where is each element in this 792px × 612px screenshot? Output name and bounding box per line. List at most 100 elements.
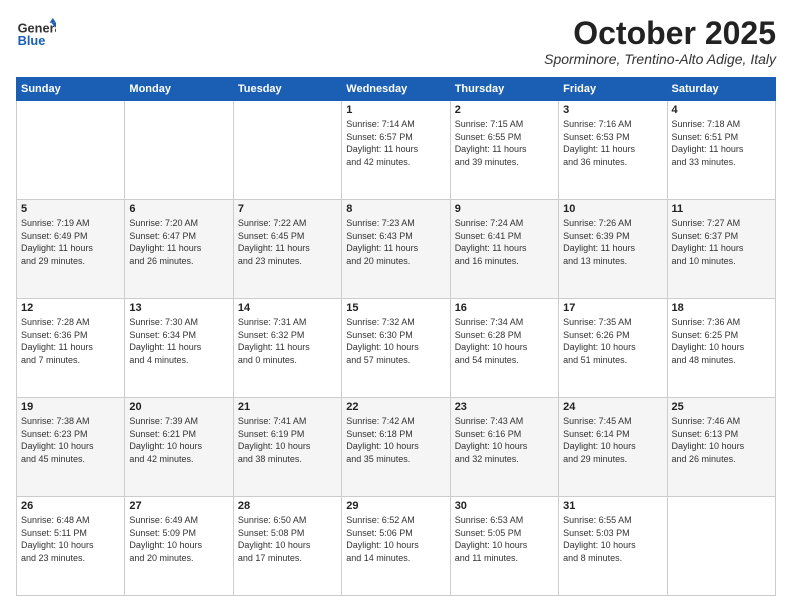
table-row: 28 Sunrise: 6:50 AM Sunset: 5:08 PM Dayli… xyxy=(233,497,341,596)
day-number: 20 xyxy=(129,401,228,413)
table-row: 29 Sunrise: 6:52 AM Sunset: 5:06 PM Dayli… xyxy=(342,497,450,596)
calendar-week-5: 26 Sunrise: 6:48 AM Sunset: 5:11 PM Dayli… xyxy=(17,497,776,596)
day-info: Sunrise: 7:34 AM Sunset: 6:28 PM Dayligh… xyxy=(455,316,554,366)
col-tuesday: Tuesday xyxy=(233,78,341,101)
day-number: 28 xyxy=(238,500,337,512)
table-row: 24 Sunrise: 7:45 AM Sunset: 6:14 PM Dayli… xyxy=(559,398,667,497)
day-number: 18 xyxy=(672,302,771,314)
table-row: 11 Sunrise: 7:27 AM Sunset: 6:37 PM Dayli… xyxy=(667,200,775,299)
logo: General Blue xyxy=(16,16,56,52)
table-row: 23 Sunrise: 7:43 AM Sunset: 6:16 PM Dayli… xyxy=(450,398,558,497)
table-row xyxy=(125,101,233,200)
day-info: Sunrise: 7:32 AM Sunset: 6:30 PM Dayligh… xyxy=(346,316,445,366)
table-row: 7 Sunrise: 7:22 AM Sunset: 6:45 PM Daylig… xyxy=(233,200,341,299)
header: General Blue October 2025 Sporminore, Tr… xyxy=(16,16,776,67)
day-info: Sunrise: 7:22 AM Sunset: 6:45 PM Dayligh… xyxy=(238,217,337,267)
month-title: October 2025 xyxy=(544,16,776,51)
day-number: 24 xyxy=(563,401,662,413)
day-info: Sunrise: 7:43 AM Sunset: 6:16 PM Dayligh… xyxy=(455,415,554,465)
table-row: 4 Sunrise: 7:18 AM Sunset: 6:51 PM Daylig… xyxy=(667,101,775,200)
day-info: Sunrise: 7:31 AM Sunset: 6:32 PM Dayligh… xyxy=(238,316,337,366)
calendar-header-row: Sunday Monday Tuesday Wednesday Thursday… xyxy=(17,78,776,101)
day-number: 13 xyxy=(129,302,228,314)
table-row: 22 Sunrise: 7:42 AM Sunset: 6:18 PM Dayli… xyxy=(342,398,450,497)
location-title: Sporminore, Trentino-Alto Adige, Italy xyxy=(544,51,776,67)
table-row: 17Sunrise: 7:35 AM Sunset: 6:26 PM Dayli… xyxy=(559,299,667,398)
day-info: Sunrise: 7:15 AM Sunset: 6:55 PM Dayligh… xyxy=(455,118,554,168)
day-info: Sunrise: 7:45 AM Sunset: 6:14 PM Dayligh… xyxy=(563,415,662,465)
table-row: 5Sunrise: 7:19 AM Sunset: 6:49 PM Daylig… xyxy=(17,200,125,299)
day-info: Sunrise: 7:26 AM Sunset: 6:39 PM Dayligh… xyxy=(563,217,662,267)
day-info: Sunrise: 7:42 AM Sunset: 6:18 PM Dayligh… xyxy=(346,415,445,465)
svg-text:Blue: Blue xyxy=(18,33,46,48)
table-row: 2 Sunrise: 7:15 AM Sunset: 6:55 PM Daylig… xyxy=(450,101,558,200)
day-number: 23 xyxy=(455,401,554,413)
table-row: 15 Sunrise: 7:32 AM Sunset: 6:30 PM Dayli… xyxy=(342,299,450,398)
col-monday: Monday xyxy=(125,78,233,101)
day-number: 7 xyxy=(238,203,337,215)
col-sunday: Sunday xyxy=(17,78,125,101)
table-row: 20Sunrise: 7:39 AM Sunset: 6:21 PM Dayli… xyxy=(125,398,233,497)
table-row: 1Sunrise: 7:14 AM Sunset: 6:57 PM Daylig… xyxy=(342,101,450,200)
calendar-week-2: 5Sunrise: 7:19 AM Sunset: 6:49 PM Daylig… xyxy=(17,200,776,299)
col-saturday: Saturday xyxy=(667,78,775,101)
day-info: Sunrise: 7:24 AM Sunset: 6:41 PM Dayligh… xyxy=(455,217,554,267)
table-row: 3 Sunrise: 7:16 AM Sunset: 6:53 PM Daylig… xyxy=(559,101,667,200)
day-number: 25 xyxy=(672,401,771,413)
day-info: Sunrise: 7:18 AM Sunset: 6:51 PM Dayligh… xyxy=(672,118,771,168)
table-row: 27Sunrise: 6:49 AM Sunset: 5:09 PM Dayli… xyxy=(125,497,233,596)
title-block: October 2025 Sporminore, Trentino-Alto A… xyxy=(544,16,776,67)
table-row: 16 Sunrise: 7:34 AM Sunset: 6:28 PM Dayli… xyxy=(450,299,558,398)
day-number: 2 xyxy=(455,104,554,116)
day-info: Sunrise: 7:16 AM Sunset: 6:53 PM Dayligh… xyxy=(563,118,662,168)
table-row: 9 Sunrise: 7:24 AM Sunset: 6:41 PM Daylig… xyxy=(450,200,558,299)
page: General Blue October 2025 Sporminore, Tr… xyxy=(0,0,792,612)
day-number: 9 xyxy=(455,203,554,215)
day-number: 10 xyxy=(563,203,662,215)
logo-icon: General Blue xyxy=(16,16,56,52)
day-number: 26 xyxy=(21,500,120,512)
day-number: 19 xyxy=(21,401,120,413)
table-row: 14Sunrise: 7:31 AM Sunset: 6:32 PM Dayli… xyxy=(233,299,341,398)
day-number: 4 xyxy=(672,104,771,116)
table-row: 8Sunrise: 7:23 AM Sunset: 6:43 PM Daylig… xyxy=(342,200,450,299)
table-row: 10 Sunrise: 7:26 AM Sunset: 6:39 PM Dayli… xyxy=(559,200,667,299)
day-info: Sunrise: 7:14 AM Sunset: 6:57 PM Dayligh… xyxy=(346,118,445,168)
table-row: 25Sunrise: 7:46 AM Sunset: 6:13 PM Dayli… xyxy=(667,398,775,497)
day-number: 31 xyxy=(563,500,662,512)
day-info: Sunrise: 6:50 AM Sunset: 5:08 PM Dayligh… xyxy=(238,514,337,564)
day-info: Sunrise: 7:38 AM Sunset: 6:23 PM Dayligh… xyxy=(21,415,120,465)
table-row: 21 Sunrise: 7:41 AM Sunset: 6:19 PM Dayli… xyxy=(233,398,341,497)
day-number: 17 xyxy=(563,302,662,314)
day-info: Sunrise: 7:28 AM Sunset: 6:36 PM Dayligh… xyxy=(21,316,120,366)
table-row: 12 Sunrise: 7:28 AM Sunset: 6:36 PM Dayli… xyxy=(17,299,125,398)
day-info: Sunrise: 7:27 AM Sunset: 6:37 PM Dayligh… xyxy=(672,217,771,267)
day-number: 6 xyxy=(129,203,228,215)
day-number: 3 xyxy=(563,104,662,116)
table-row xyxy=(17,101,125,200)
calendar-week-3: 12 Sunrise: 7:28 AM Sunset: 6:36 PM Dayli… xyxy=(17,299,776,398)
day-number: 29 xyxy=(346,500,445,512)
day-info: Sunrise: 7:23 AM Sunset: 6:43 PM Dayligh… xyxy=(346,217,445,267)
day-number: 21 xyxy=(238,401,337,413)
col-friday: Friday xyxy=(559,78,667,101)
day-info: Sunrise: 6:53 AM Sunset: 5:05 PM Dayligh… xyxy=(455,514,554,564)
table-row: 13 Sunrise: 7:30 AM Sunset: 6:34 PM Dayli… xyxy=(125,299,233,398)
table-row: 26 Sunrise: 6:48 AM Sunset: 5:11 PM Dayli… xyxy=(17,497,125,596)
calendar-week-4: 19 Sunrise: 7:38 AM Sunset: 6:23 PM Dayli… xyxy=(17,398,776,497)
day-number: 22 xyxy=(346,401,445,413)
day-info: Sunrise: 7:41 AM Sunset: 6:19 PM Dayligh… xyxy=(238,415,337,465)
day-info: Sunrise: 6:48 AM Sunset: 5:11 PM Dayligh… xyxy=(21,514,120,564)
day-info: Sunrise: 7:19 AM Sunset: 6:49 PM Dayligh… xyxy=(21,217,120,267)
day-number: 12 xyxy=(21,302,120,314)
col-wednesday: Wednesday xyxy=(342,78,450,101)
day-info: Sunrise: 6:52 AM Sunset: 5:06 PM Dayligh… xyxy=(346,514,445,564)
table-row: 19 Sunrise: 7:38 AM Sunset: 6:23 PM Dayli… xyxy=(17,398,125,497)
day-info: Sunrise: 7:20 AM Sunset: 6:47 PM Dayligh… xyxy=(129,217,228,267)
day-number: 16 xyxy=(455,302,554,314)
day-info: Sunrise: 7:30 AM Sunset: 6:34 PM Dayligh… xyxy=(129,316,228,366)
col-thursday: Thursday xyxy=(450,78,558,101)
day-number: 15 xyxy=(346,302,445,314)
table-row: 6 Sunrise: 7:20 AM Sunset: 6:47 PM Daylig… xyxy=(125,200,233,299)
day-number: 11 xyxy=(672,203,771,215)
